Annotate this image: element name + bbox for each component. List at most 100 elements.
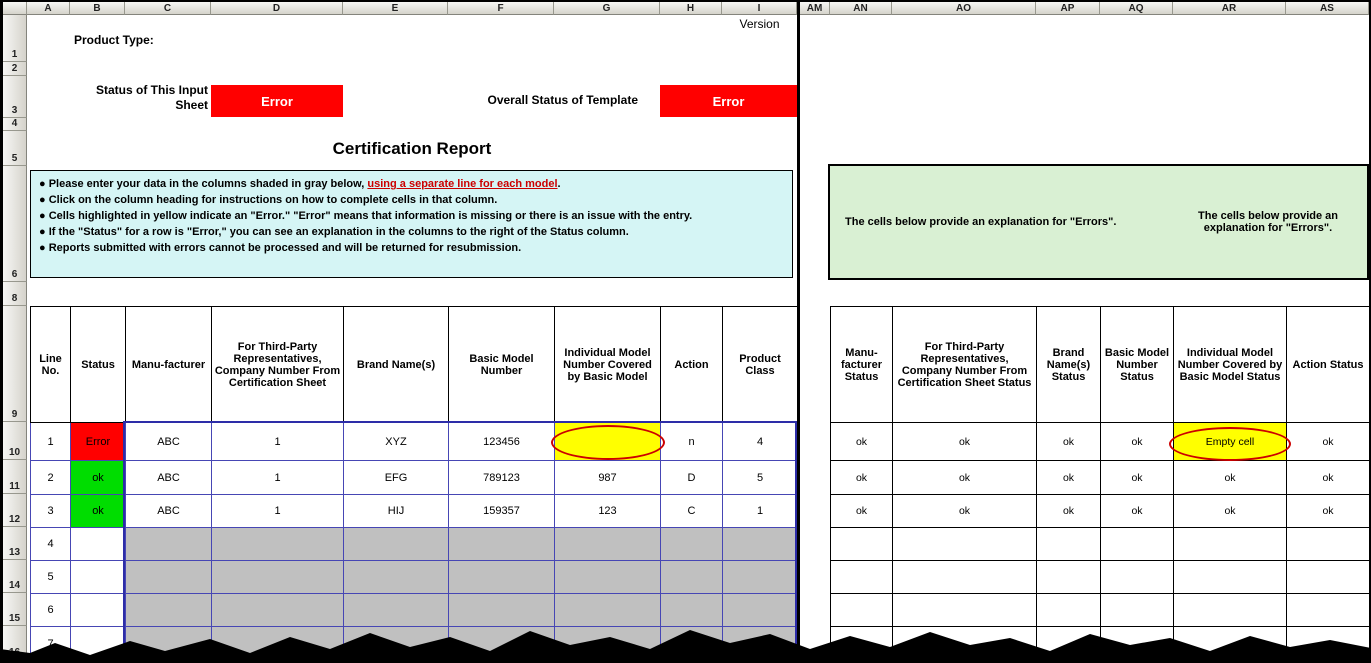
- header-individual-model[interactable]: Individual Model Number Covered by Basic…: [555, 307, 661, 423]
- cell-brand[interactable]: XYZ: [344, 423, 449, 461]
- header-action-status[interactable]: Action Status: [1287, 307, 1370, 423]
- select-all-corner[interactable]: [3, 2, 27, 15]
- cell-company-number[interactable]: [212, 561, 344, 594]
- cell-action-status[interactable]: [1287, 528, 1370, 561]
- cell-action-status[interactable]: [1287, 561, 1370, 594]
- header-company-number-status[interactable]: For Third-Party Representatives, Company…: [893, 307, 1037, 423]
- column-header-AQ[interactable]: AQ: [1100, 2, 1173, 15]
- column-header-A[interactable]: A: [27, 2, 70, 15]
- cell-action[interactable]: D: [661, 461, 723, 495]
- cell-basic-model-status[interactable]: [1101, 528, 1174, 561]
- cell-action[interactable]: n: [661, 423, 723, 461]
- cell-basic-model[interactable]: 159357: [449, 495, 555, 528]
- cell-company-number-status[interactable]: [893, 528, 1037, 561]
- cell-status[interactable]: ok: [71, 495, 126, 528]
- cell-brand[interactable]: HIJ: [344, 495, 449, 528]
- row-header-5[interactable]: 5: [3, 131, 27, 166]
- cell-manufacturer[interactable]: ABC: [126, 423, 212, 461]
- header-action[interactable]: Action: [661, 307, 723, 423]
- cell-basic-model-status[interactable]: ok: [1101, 461, 1174, 495]
- row-header-1[interactable]: 1: [3, 15, 27, 62]
- cell-individual-model[interactable]: [555, 561, 661, 594]
- cell-basic-model-status[interactable]: ok: [1101, 423, 1174, 461]
- header-manufacturer[interactable]: Manu-facturer: [126, 307, 212, 423]
- cell-basic-model[interactable]: [449, 528, 555, 561]
- row-header-3[interactable]: 3: [3, 76, 27, 118]
- cell-individual-model-status[interactable]: ok: [1174, 461, 1287, 495]
- column-header-B[interactable]: B: [70, 2, 125, 15]
- cell-line-no[interactable]: 4: [31, 528, 71, 561]
- cell-basic-model[interactable]: [449, 561, 555, 594]
- cell-company-number[interactable]: 1: [212, 461, 344, 495]
- cell-brand-status[interactable]: ok: [1037, 495, 1101, 528]
- column-header-AR[interactable]: AR: [1173, 2, 1286, 15]
- cell-company-number-status[interactable]: [893, 561, 1037, 594]
- header-product-class[interactable]: Product Class: [723, 307, 798, 423]
- column-header-G[interactable]: G: [554, 2, 660, 15]
- row-header-10[interactable]: 10: [3, 422, 27, 460]
- cell-status[interactable]: Error: [71, 423, 126, 461]
- cell-individual-model[interactable]: 123: [555, 495, 661, 528]
- cell-product-class[interactable]: [723, 561, 798, 594]
- column-header-AM[interactable]: AM: [800, 2, 830, 15]
- cell-company-number[interactable]: [212, 528, 344, 561]
- row-header-14[interactable]: 14: [3, 560, 27, 593]
- column-header-AS[interactable]: AS: [1286, 2, 1369, 15]
- cell-manufacturer[interactable]: [126, 561, 212, 594]
- column-header-D[interactable]: D: [211, 2, 343, 15]
- cell-status[interactable]: [71, 528, 126, 561]
- overall-status-badge[interactable]: Error: [660, 85, 797, 117]
- row-header-9[interactable]: 9: [3, 306, 27, 422]
- cell-basic-model[interactable]: 123456: [449, 423, 555, 461]
- header-brand-names[interactable]: Brand Name(s): [344, 307, 449, 423]
- cell-product-class[interactable]: [723, 528, 798, 561]
- cell-individual-model-status[interactable]: ok: [1174, 495, 1287, 528]
- cell-line-no[interactable]: 1: [31, 423, 71, 461]
- header-individual-model-status[interactable]: Individual Model Number Covered by Basic…: [1174, 307, 1287, 423]
- header-line-no[interactable]: Line No.: [31, 307, 71, 423]
- cell-action[interactable]: C: [661, 495, 723, 528]
- cell-line-no[interactable]: 5: [31, 561, 71, 594]
- cell-individual-model-status[interactable]: [1174, 528, 1287, 561]
- cell-basic-model-status[interactable]: ok: [1101, 495, 1174, 528]
- cell-individual-model[interactable]: 987: [555, 461, 661, 495]
- cell-company-number[interactable]: 1: [212, 495, 344, 528]
- cell-brand-status[interactable]: [1037, 561, 1101, 594]
- row-header-13[interactable]: 13: [3, 527, 27, 560]
- cell-brand-status[interactable]: ok: [1037, 423, 1101, 461]
- header-manufacturer-status[interactable]: Manu-facturer Status: [831, 307, 893, 423]
- column-header-C[interactable]: C: [125, 2, 211, 15]
- column-header-F[interactable]: F: [448, 2, 554, 15]
- column-header-H[interactable]: H: [660, 2, 722, 15]
- cell-line-no[interactable]: 2: [31, 461, 71, 495]
- cell-brand-status[interactable]: [1037, 528, 1101, 561]
- cell-status[interactable]: ok: [71, 461, 126, 495]
- cell-action-status[interactable]: ok: [1287, 461, 1370, 495]
- cell-product-class[interactable]: 5: [723, 461, 798, 495]
- row-header-2[interactable]: 2: [3, 62, 27, 76]
- cell-basic-model[interactable]: 789123: [449, 461, 555, 495]
- row-header-12[interactable]: 12: [3, 494, 27, 527]
- row-header-4[interactable]: 4: [3, 118, 27, 131]
- cell-action-status[interactable]: ok: [1287, 495, 1370, 528]
- cell-company-number-status[interactable]: ok: [893, 423, 1037, 461]
- cell-product-class[interactable]: 1: [723, 495, 798, 528]
- input-sheet-status-badge[interactable]: Error: [211, 85, 343, 117]
- instruction-link[interactable]: using a separate line for each model: [367, 178, 557, 190]
- cell-manufacturer[interactable]: ABC: [126, 495, 212, 528]
- cell-brand[interactable]: [344, 561, 449, 594]
- cell-manufacturer-status[interactable]: ok: [831, 461, 893, 495]
- cell-individual-model-status[interactable]: [1174, 561, 1287, 594]
- cell-manufacturer-status[interactable]: [831, 561, 893, 594]
- header-basic-model[interactable]: Basic Model Number: [449, 307, 555, 423]
- cell-individual-model-status-error[interactable]: Empty cell: [1174, 423, 1287, 461]
- cell-company-number-status[interactable]: ok: [893, 461, 1037, 495]
- row-header-11[interactable]: 11: [3, 460, 27, 494]
- cell-action[interactable]: [661, 561, 723, 594]
- column-header-AO[interactable]: AO: [892, 2, 1036, 15]
- cell-manufacturer-status[interactable]: ok: [831, 423, 893, 461]
- cell-manufacturer-status[interactable]: [831, 528, 893, 561]
- row-header-8[interactable]: 8: [3, 282, 27, 306]
- column-header-E[interactable]: E: [343, 2, 448, 15]
- cell-individual-model[interactable]: [555, 528, 661, 561]
